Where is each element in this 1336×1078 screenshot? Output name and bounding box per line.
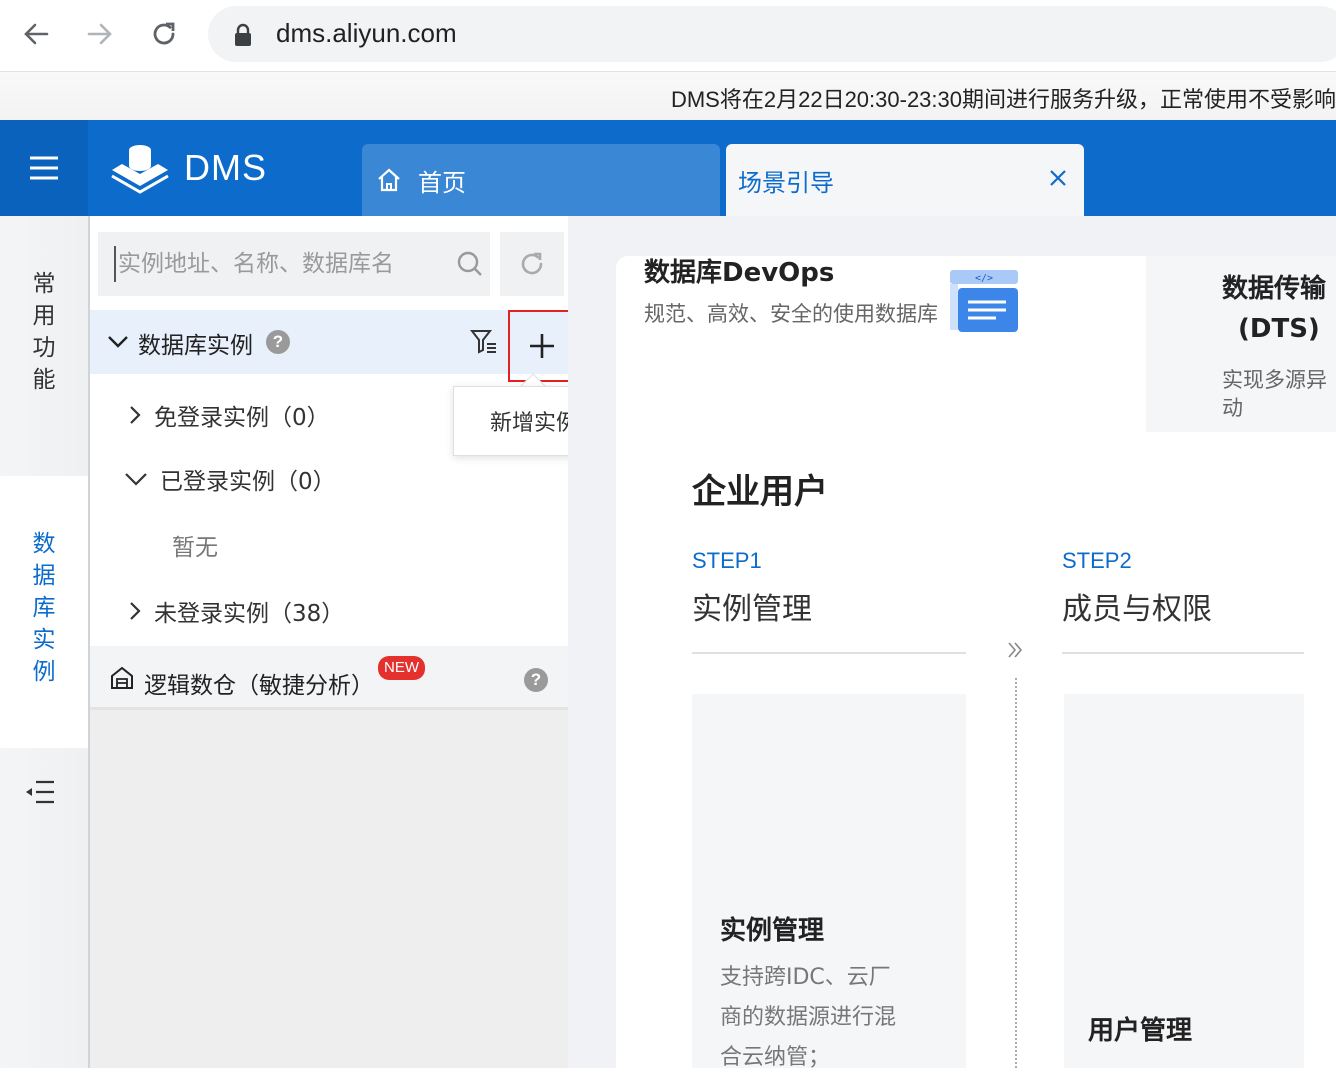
devops-title[interactable]: 数据库DevOps — [644, 252, 834, 289]
search-box — [98, 232, 490, 296]
step1-divider — [692, 652, 966, 654]
tree-item-label: 未登录实例（38） — [154, 601, 345, 627]
tree-item-logged-in-instances[interactable]: 已登录实例（0） — [124, 462, 336, 496]
logic-warehouse-row[interactable]: 逻辑数仓（敏捷分析） NEW ? — [90, 646, 568, 710]
rail-char: 常 — [32, 271, 56, 297]
tree-item-no-login-instances[interactable]: 免登录实例（0） — [128, 398, 330, 432]
devops-description: 规范、高效、安全的使用数据库 — [644, 302, 938, 326]
add-instance-button[interactable] — [508, 310, 576, 382]
instance-panel-content: 数据库实例 ? 免登录实例（0） 已登录实例（0） 暂无 未登录实例（38） 逻… — [90, 216, 576, 710]
refresh-icon — [521, 252, 543, 275]
chevron-right-icon — [130, 406, 141, 424]
notice-text: DMS将在2月22日20:30-23:30期间进行服务升级，正常使用不受影响 — [670, 87, 1336, 112]
card-description-line: 商的数据源进行混 — [720, 1005, 897, 1030]
rail-char: 数 — [32, 531, 56, 557]
instance-management-card[interactable]: 实例管理 支持跨IDC、云厂 商的数据源进行混 合云纳管； — [692, 694, 966, 1070]
search-icon[interactable] — [456, 250, 484, 278]
chevron-down-icon — [125, 473, 147, 486]
tab-scene-guide[interactable]: 场景引导 — [726, 144, 1084, 216]
rail-char: 功 — [32, 335, 56, 361]
step1-name: 实例管理 — [692, 592, 812, 627]
reload-button[interactable] — [144, 14, 184, 54]
logic-warehouse-label: 逻辑数仓（敏捷分析） — [144, 673, 374, 699]
close-icon[interactable] — [1048, 168, 1068, 188]
arrow-left-icon — [24, 23, 49, 45]
url-text: dms.aliyun.com — [276, 18, 457, 48]
main-content: 数据库DevOps 规范、高效、安全的使用数据库 </> 数据传输 (DTS) … — [568, 216, 1336, 1070]
filter-icon[interactable] — [470, 328, 498, 356]
notice-bar: DMS将在2月22日20:30-23:30期间进行服务升级，正常使用不受影响 — [0, 72, 1336, 120]
card-title: 实例管理 — [720, 916, 825, 946]
database-logo-icon — [111, 145, 169, 194]
tree-empty-placeholder: 暂无 — [172, 528, 218, 562]
empty-label: 暂无 — [172, 535, 218, 561]
tab-home[interactable]: 首页 — [362, 144, 720, 216]
tab-home-label: 首页 — [418, 168, 466, 197]
hamburger-icon — [30, 156, 58, 180]
refresh-button[interactable] — [500, 232, 564, 296]
dts-description: 实现多源异动 — [1222, 368, 1327, 420]
home-icon — [378, 168, 400, 192]
dts-title: 数据传输 — [1222, 274, 1327, 304]
step1-label: STEP1 — [692, 548, 762, 573]
step2-divider — [1062, 652, 1304, 654]
step2-name: 成员与权限 — [1062, 592, 1212, 627]
left-rail: 常 用 功 能 数 据 库 实 例 — [0, 216, 88, 1068]
app-header: DMS 首页 场景引导 — [0, 120, 1336, 216]
code-document-icon: </> — [950, 270, 1018, 332]
chevron-right-icon — [130, 602, 141, 620]
dts-subtitle: (DTS) — [1238, 314, 1320, 344]
card-description-line: 支持跨IDC、云厂 — [720, 965, 891, 990]
plus-icon — [530, 334, 554, 358]
instance-panel: 数据库实例 ? 免登录实例（0） 已登录实例（0） 暂无 未登录实例（38） 逻… — [88, 216, 576, 1068]
help-icon[interactable]: ? — [524, 668, 548, 692]
new-badge: NEW — [378, 656, 425, 680]
forward-button[interactable] — [80, 14, 120, 54]
rail-item-db-instances[interactable]: 数 据 库 实 例 — [0, 528, 88, 688]
tab-scene-guide-label: 场景引导 — [738, 168, 834, 197]
reload-icon — [153, 22, 175, 45]
step-connector — [1015, 678, 1017, 1068]
rail-char: 据 — [32, 563, 56, 589]
tree-item-label: 免登录实例（0） — [154, 405, 330, 431]
step2-label: STEP2 — [1062, 548, 1132, 573]
help-icon[interactable]: ? — [266, 330, 290, 354]
card-description-line: 合云纳管； — [720, 1045, 831, 1070]
tree-item-label: 已登录实例（0） — [160, 469, 336, 495]
rail-char: 用 — [32, 303, 56, 329]
svg-text:</>: </> — [975, 273, 993, 284]
menu-button[interactable] — [0, 120, 88, 216]
rail-char: 例 — [32, 659, 56, 685]
address-bar[interactable]: dms.aliyun.com — [208, 6, 1336, 62]
section-title: 企业用户 — [692, 472, 828, 512]
user-management-card[interactable]: 用户管理 — [1064, 694, 1304, 1068]
back-button[interactable] — [16, 14, 56, 54]
warehouse-icon — [111, 666, 133, 689]
rail-char: 实 — [32, 627, 56, 653]
rail-char: 能 — [32, 367, 56, 393]
tree-item-not-logged-instances[interactable]: 未登录实例（38） — [128, 594, 344, 628]
rail-item-common-functions[interactable]: 常 用 功 能 — [0, 268, 88, 396]
dts-card[interactable]: 数据传输 (DTS) 实现多源异动 — [1146, 256, 1336, 432]
dms-logo[interactable]: DMS — [108, 142, 267, 194]
logo-text: DMS — [184, 147, 267, 188]
collapse-menu-icon[interactable] — [24, 778, 56, 806]
db-section-title: 数据库实例 — [138, 333, 253, 359]
rail-char: 库 — [32, 595, 56, 621]
db-instances-section-header[interactable]: 数据库实例 ? — [90, 310, 576, 382]
double-chevron-right-icon — [1008, 642, 1023, 658]
instance-search-input[interactable] — [114, 246, 434, 282]
card-title: 用户管理 — [1088, 1016, 1193, 1046]
arrow-right-icon — [87, 23, 112, 45]
browser-toolbar: dms.aliyun.com — [0, 0, 1336, 72]
chevron-down-icon — [108, 336, 128, 348]
tooltip-text: 新增实例 — [489, 411, 578, 436]
lock-icon — [235, 23, 251, 46]
